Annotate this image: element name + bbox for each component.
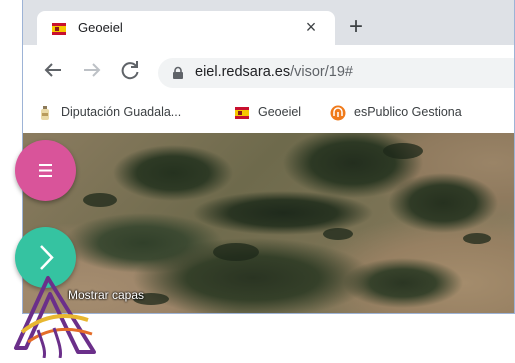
browser-window: Geoeiel × + eiel.redsara.es/visor/19# Di… bbox=[22, 0, 515, 314]
hamburger-icon bbox=[39, 164, 52, 177]
url-path: /visor/19# bbox=[290, 64, 353, 80]
tab-title: Geoeiel bbox=[78, 20, 123, 35]
close-icon[interactable]: × bbox=[299, 15, 323, 39]
bookmark-label: esPublico Gestiona bbox=[354, 105, 462, 119]
tab-strip: Geoeiel × + bbox=[23, 0, 514, 45]
flag-icon bbox=[51, 21, 67, 37]
back-arrow-icon[interactable] bbox=[39, 56, 67, 84]
menu-button[interactable] bbox=[15, 140, 76, 201]
map-texture bbox=[83, 193, 117, 207]
toolbar: eiel.redsara.es/visor/19# bbox=[23, 45, 514, 93]
bottle-icon bbox=[37, 105, 53, 121]
map-texture bbox=[323, 228, 353, 240]
bookmark-label: Diputación Guadala... bbox=[61, 105, 182, 119]
map-texture bbox=[463, 233, 491, 244]
geoeiel-logo bbox=[8, 272, 100, 359]
new-tab-button[interactable]: + bbox=[342, 14, 370, 42]
url-host: eiel.redsara.es bbox=[195, 64, 291, 80]
map-texture bbox=[383, 143, 423, 159]
tab-geoeiel[interactable]: Geoeiel × bbox=[37, 11, 335, 45]
bookmark-label: Geoeiel bbox=[258, 105, 302, 119]
url-text: eiel.redsara.es/visor/19# bbox=[195, 64, 353, 80]
reload-icon[interactable] bbox=[116, 56, 144, 84]
flag-icon bbox=[234, 105, 250, 121]
bookmarks-bar: Diputación Guadala... Geoeiel esPublico … bbox=[23, 93, 514, 133]
lock-icon bbox=[171, 66, 185, 80]
address-bar[interactable]: eiel.redsara.es/visor/19# bbox=[158, 58, 514, 88]
forward-arrow-icon[interactable] bbox=[78, 56, 106, 84]
espublico-icon bbox=[330, 105, 346, 121]
map-texture bbox=[213, 243, 259, 261]
